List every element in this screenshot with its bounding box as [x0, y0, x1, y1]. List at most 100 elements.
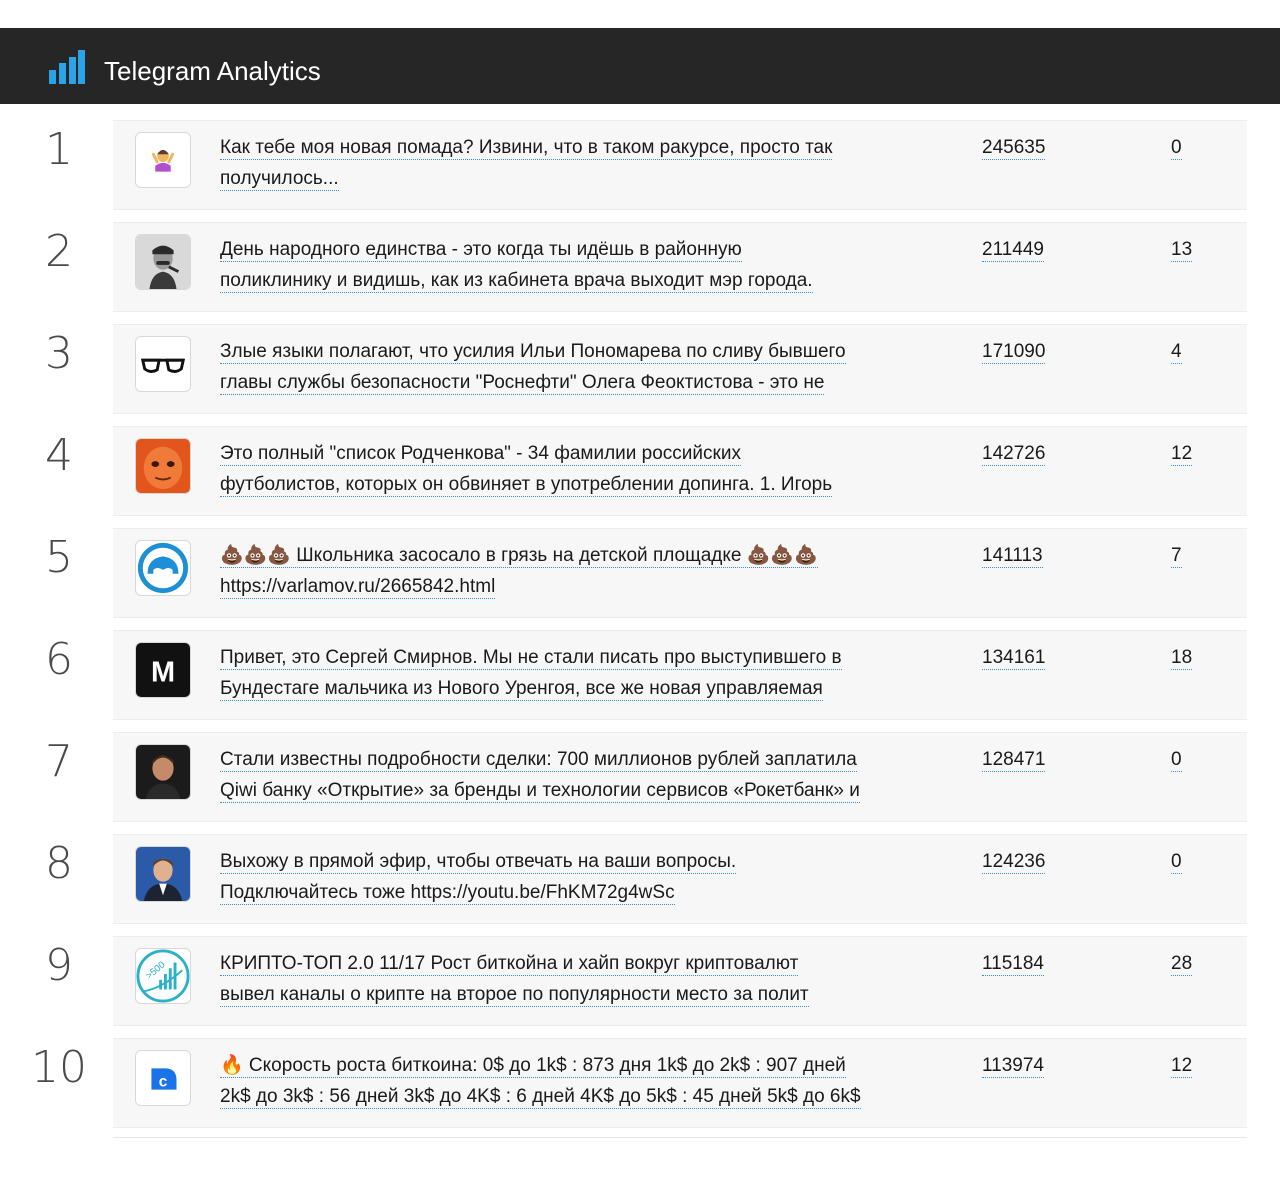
- comments-count[interactable]: 0: [1171, 132, 1182, 163]
- post-text-line[interactable]: Как тебе моя новая помада? Извини, что в…: [220, 137, 833, 160]
- top-margin: [0, 0, 1280, 28]
- comments-value[interactable]: 7: [1171, 545, 1182, 568]
- blue-c-logo-icon[interactable]: c: [135, 1050, 191, 1106]
- views-count[interactable]: 128471: [982, 744, 1046, 775]
- comments-value[interactable]: 12: [1171, 1055, 1193, 1078]
- comments-value[interactable]: 0: [1171, 851, 1182, 874]
- table-row: 4 Это полный "список Родченкова" - 34 фа…: [45, 426, 1247, 516]
- comments-value[interactable]: 28: [1171, 953, 1193, 976]
- views-count[interactable]: 124236: [982, 846, 1046, 877]
- post-text-link[interactable]: Злые языки полагают, что усилия Ильи Пон…: [220, 336, 940, 398]
- avatar-letter: M: [151, 657, 175, 689]
- post-text-link[interactable]: 💩💩💩 Школьника засосало в грязь на детско…: [220, 540, 940, 602]
- views-value[interactable]: 171090: [982, 341, 1046, 364]
- comments-count[interactable]: 12: [1171, 438, 1193, 469]
- post-text-line[interactable]: Это полный "список Родченкова" - 34 фами…: [220, 443, 741, 466]
- post-text-link[interactable]: КРИПТО-ТОП 2.0 11/17 Рост биткойна и хай…: [220, 948, 940, 1010]
- views-count[interactable]: 141113: [982, 540, 1043, 571]
- post-text-line[interactable]: Стали известны подробности сделки: 700 м…: [220, 749, 857, 772]
- avatar-letter: c: [159, 1074, 168, 1091]
- post-text-line[interactable]: День народного единства - это когда ты и…: [220, 239, 742, 262]
- post-text-line[interactable]: Злые языки полагают, что усилия Ильи Пон…: [220, 341, 846, 364]
- rank-number: 8: [45, 838, 73, 889]
- glasses-icon[interactable]: [135, 336, 191, 392]
- views-count[interactable]: 245635: [982, 132, 1046, 163]
- views-count[interactable]: 134161: [982, 642, 1046, 673]
- table-row: 10 c 🔥 Скорость роста биткоина: 0$ до 1k…: [31, 1038, 1247, 1128]
- views-value[interactable]: 141113: [982, 545, 1043, 568]
- post-text-link[interactable]: Как тебе моя новая помада? Извини, что в…: [220, 132, 940, 194]
- rank-number: 4: [45, 430, 73, 481]
- comments-value[interactable]: 0: [1171, 137, 1182, 160]
- rank-number: 7: [45, 736, 73, 787]
- post-text-link[interactable]: Это полный "список Родченкова" - 34 фами…: [220, 438, 940, 500]
- views-count[interactable]: 142726: [982, 438, 1046, 469]
- views-value[interactable]: 245635: [982, 137, 1046, 160]
- orange-face-icon[interactable]: [135, 438, 191, 494]
- comments-count[interactable]: 4: [1171, 336, 1182, 367]
- post-text-line[interactable]: поликлинику и видишь, как из кабинета вр…: [220, 270, 813, 293]
- post-text-link[interactable]: 🔥 Скорость роста биткоина: 0$ до 1k$ : 8…: [220, 1050, 940, 1112]
- views-count[interactable]: 113974: [982, 1050, 1044, 1081]
- man-suit-portrait-icon[interactable]: [135, 846, 191, 902]
- comments-count[interactable]: 0: [1171, 744, 1182, 775]
- views-count[interactable]: 211449: [982, 234, 1044, 265]
- views-count[interactable]: 171090: [982, 336, 1046, 367]
- post-text-link[interactable]: Стали известны подробности сделки: 700 м…: [220, 744, 940, 806]
- post-text-line[interactable]: главы службы безопасности "Роснефти" Оле…: [220, 372, 825, 395]
- stalin-portrait-icon[interactable]: [135, 234, 191, 290]
- post-text-line[interactable]: футболистов, которых он обвиняет в употр…: [220, 474, 833, 497]
- post-text-line[interactable]: получилось...: [220, 168, 339, 191]
- views-value[interactable]: 115184: [982, 953, 1044, 976]
- comments-count[interactable]: 7: [1171, 540, 1182, 571]
- post-text-line[interactable]: Qiwi банку «Открытие» за бренды и технол…: [220, 780, 860, 803]
- comments-count[interactable]: 0: [1171, 846, 1182, 877]
- rank-number: 6: [45, 634, 73, 685]
- rank-number: 2: [45, 226, 73, 277]
- table-row: 1 Как тебе моя новая помада? Извини, что…: [45, 120, 1247, 210]
- comments-count[interactable]: 18: [1171, 642, 1193, 673]
- views-count[interactable]: 115184: [982, 948, 1044, 979]
- post-text-line[interactable]: 2k$ до 3k$ : 56 дней 3k$ до 4K$ : 6 дней…: [220, 1086, 861, 1109]
- views-value[interactable]: 134161: [982, 647, 1046, 670]
- comments-count[interactable]: 28: [1171, 948, 1193, 979]
- post-text-line[interactable]: Бундестаге мальчика из Нового Уренгоя, в…: [220, 678, 823, 701]
- comments-value[interactable]: 4: [1171, 341, 1182, 364]
- bar-chart-logo-icon: [49, 50, 85, 84]
- post-text-link[interactable]: Привет, это Сергей Смирнов. Мы не стали …: [220, 642, 940, 704]
- views-value[interactable]: 113974: [982, 1055, 1044, 1078]
- post-text-line[interactable]: Подключайтесь тоже https://youtu.be/FhKM…: [220, 882, 675, 905]
- meduza-m-logo-icon[interactable]: M: [135, 642, 191, 698]
- post-text-line[interactable]: 💩💩💩 Школьника засосало в грязь на детско…: [220, 545, 818, 568]
- rank-number: 10: [31, 1042, 87, 1093]
- post-text-line[interactable]: КРИПТО-ТОП 2.0 11/17 Рост биткойна и хай…: [220, 953, 799, 976]
- post-text-line[interactable]: вывел каналы о крипте на второе по попул…: [220, 984, 809, 1007]
- views-value[interactable]: 211449: [982, 239, 1044, 262]
- comments-count[interactable]: 13: [1171, 234, 1193, 265]
- rank-number: 5: [45, 532, 73, 583]
- post-text-line[interactable]: 🔥 Скорость роста биткоина: 0$ до 1k$ : 8…: [220, 1055, 846, 1078]
- views-value[interactable]: 128471: [982, 749, 1046, 772]
- comments-value[interactable]: 0: [1171, 749, 1182, 772]
- comments-value[interactable]: 12: [1171, 443, 1193, 466]
- woman-shrug-emoji-icon[interactable]: [135, 132, 191, 188]
- blue-circle-logo-icon[interactable]: [135, 540, 191, 596]
- views-value[interactable]: 124236: [982, 851, 1046, 874]
- man-dark-portrait-icon[interactable]: [135, 744, 191, 800]
- crypto-500-chart-icon[interactable]: >500: [135, 948, 191, 1004]
- post-text-line[interactable]: Выхожу в прямой эфир, чтобы отвечать на …: [220, 851, 737, 874]
- comments-value[interactable]: 18: [1171, 647, 1193, 670]
- views-value[interactable]: 142726: [982, 443, 1046, 466]
- table-row: 8 Выхожу в прямой эфир, чтобы отвечать н…: [45, 834, 1247, 924]
- rank-number: 1: [45, 124, 73, 175]
- rank-number: 3: [45, 328, 73, 379]
- table-row: 7 Стали известны подробности сделки: 700…: [45, 732, 1247, 822]
- table-row: 2 День народного единства - это когда ты…: [45, 222, 1247, 312]
- post-text-line[interactable]: https://varlamov.ru/2665842.html: [220, 576, 496, 599]
- post-text-link[interactable]: Выхожу в прямой эфир, чтобы отвечать на …: [220, 846, 940, 908]
- post-text-link[interactable]: День народного единства - это когда ты и…: [220, 234, 940, 296]
- comments-value[interactable]: 13: [1171, 239, 1193, 262]
- comments-count[interactable]: 12: [1171, 1050, 1193, 1081]
- post-text-line[interactable]: Привет, это Сергей Смирнов. Мы не стали …: [220, 647, 842, 670]
- app-title: Telegram Analytics: [104, 56, 321, 86]
